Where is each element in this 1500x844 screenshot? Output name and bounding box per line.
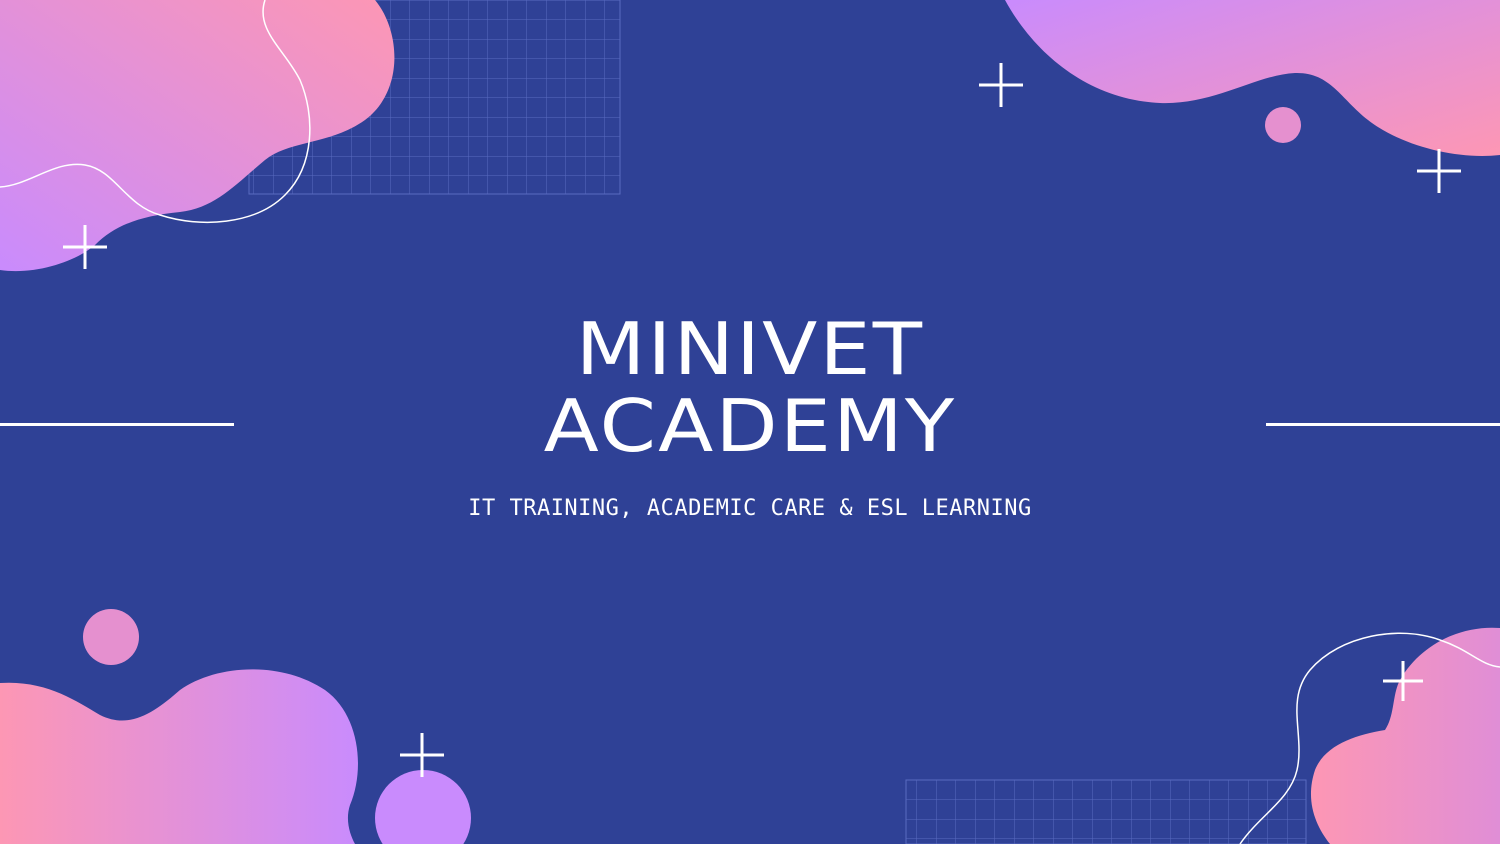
plus-icon <box>400 733 444 777</box>
plus-icon <box>1417 149 1461 193</box>
plus-icon <box>979 63 1023 107</box>
bottom-center-circle <box>375 770 471 844</box>
top-right-small-circle <box>1265 107 1301 143</box>
bottom-left-small-circle <box>83 609 139 665</box>
slide-subtitle: IT TRAINING, ACADEMIC CARE & ESL LEARNIN… <box>468 496 1032 521</box>
bottom-left-blob <box>0 669 358 844</box>
slide-title-line-1: MINIVET <box>575 307 925 391</box>
grid-pattern-bottom <box>905 779 1307 844</box>
top-right-blob <box>1005 0 1500 156</box>
slide-title-line-2: ACADEMY <box>543 384 957 468</box>
bottom-right-blob <box>1310 627 1500 844</box>
title-slide: MINIVET ACADEMY IT TRAINING, ACADEMIC CA… <box>0 0 1500 844</box>
